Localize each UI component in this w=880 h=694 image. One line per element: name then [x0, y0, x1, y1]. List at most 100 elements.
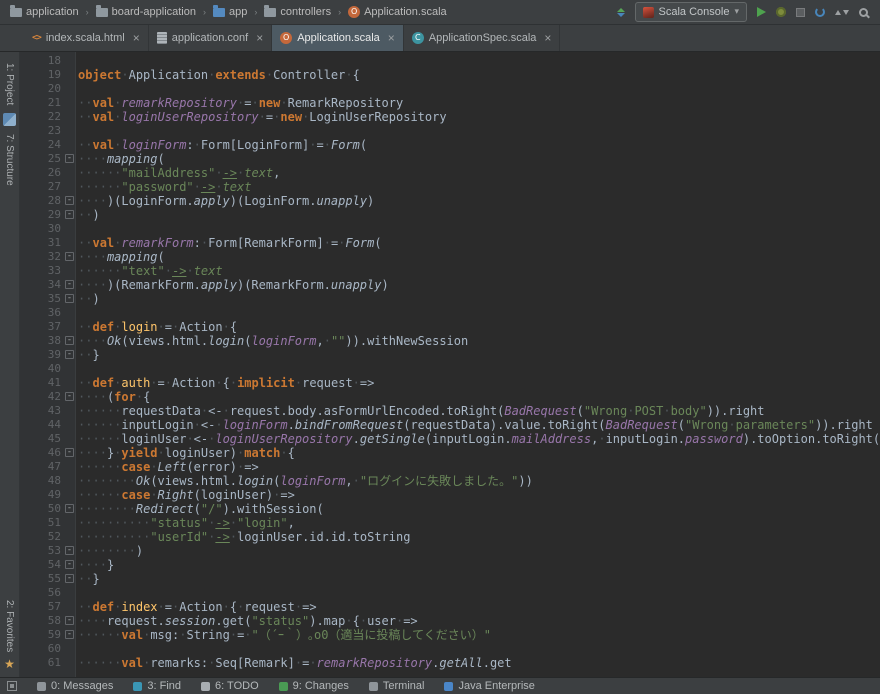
code-line[interactable] [78, 642, 880, 656]
line-number[interactable]: 39- [20, 348, 75, 362]
line-number[interactable]: 18 [20, 54, 75, 68]
code-line[interactable]: ····mapping( [78, 250, 880, 264]
code-line[interactable]: ········) [78, 544, 880, 558]
line-number[interactable]: 19 [20, 68, 75, 82]
line-number[interactable]: 51 [20, 516, 75, 530]
code-line[interactable] [78, 586, 880, 600]
fold-icon[interactable]: - [65, 154, 74, 163]
code-line[interactable] [78, 306, 880, 320]
fold-icon[interactable]: - [65, 392, 74, 401]
line-number[interactable]: 38- [20, 334, 75, 348]
compile-changed-icon[interactable] [617, 8, 625, 17]
code-line[interactable]: ······"text"·->·text [78, 264, 880, 278]
search-icon[interactable] [859, 8, 868, 17]
fold-icon[interactable]: - [65, 574, 74, 583]
line-number[interactable]: 30 [20, 222, 75, 236]
line-number[interactable]: 47 [20, 460, 75, 474]
code-line[interactable]: ······loginUser·<-·loginUserRepository.g… [78, 432, 880, 446]
line-number[interactable]: 49 [20, 488, 75, 502]
breadcrumb-item-app[interactable]: app [211, 5, 249, 19]
close-icon[interactable]: × [388, 32, 395, 44]
fold-icon[interactable]: - [65, 448, 74, 457]
code-line[interactable]: ······case·Right(loginUser)·=> [78, 488, 880, 502]
favorites-star-icon[interactable]: ★ [4, 657, 15, 671]
code-line[interactable]: ··) [78, 292, 880, 306]
tool-button-project[interactable]: 1: Project [4, 63, 15, 105]
code-line[interactable] [78, 362, 880, 376]
code-line[interactable]: ······"mailAddress"·->·text, [78, 166, 880, 180]
line-number[interactable]: 26 [20, 166, 75, 180]
run-button[interactable] [757, 7, 766, 17]
fold-icon[interactable]: - [65, 616, 74, 625]
line-number[interactable]: 34- [20, 278, 75, 292]
line-number[interactable]: 33 [20, 264, 75, 278]
fold-icon[interactable]: - [65, 210, 74, 219]
tab-application-scala[interactable]: OApplication.scala× [272, 25, 404, 51]
run-config-dropdown[interactable]: Scala Console ▾ [635, 2, 747, 22]
statusbar-9-changes[interactable]: 9: Changes [279, 680, 349, 692]
line-number[interactable]: 52 [20, 530, 75, 544]
code-line[interactable]: ····Ok(views.html.login(loginForm,·"")).… [78, 334, 880, 348]
line-number[interactable]: 59- [20, 628, 75, 642]
line-number[interactable]: 46- [20, 446, 75, 460]
code-line[interactable]: ··val·remarkForm:·Form[RemarkForm]·=·For… [78, 236, 880, 250]
code-line[interactable]: ····(for·{ [78, 390, 880, 404]
line-number[interactable]: 23 [20, 124, 75, 138]
code-line[interactable]: ····}·yield·loginUser)·match·{ [78, 446, 880, 460]
line-number[interactable]: 35- [20, 292, 75, 306]
code-line[interactable]: ······case·Left(error)·=> [78, 460, 880, 474]
line-number[interactable]: 20 [20, 82, 75, 96]
line-number[interactable]: 25- [20, 152, 75, 166]
code-line[interactable] [78, 124, 880, 138]
line-number[interactable]: 45 [20, 432, 75, 446]
code-line[interactable]: ····request.session.get("status").map·{·… [78, 614, 880, 628]
fold-icon[interactable]: - [65, 350, 74, 359]
statusbar-java-enterprise[interactable]: Java Enterprise [444, 680, 534, 692]
line-number[interactable]: 24 [20, 138, 75, 152]
fold-icon[interactable]: - [65, 546, 74, 555]
code-line[interactable]: ········Ok(views.html.login(loginForm,·"… [78, 474, 880, 488]
statusbar-0-messages[interactable]: 0: Messages [37, 680, 113, 692]
fold-icon[interactable]: - [65, 252, 74, 261]
line-number[interactable]: 56 [20, 586, 75, 600]
fold-icon[interactable]: - [65, 280, 74, 289]
line-number[interactable]: 60 [20, 642, 75, 656]
vcs-update-commit-icon[interactable] [835, 10, 849, 15]
code-line[interactable]: ······val·msg:·String·=·"（´ｰ｀）｡o0（適当に投稿し… [78, 628, 880, 642]
fold-icon[interactable]: - [65, 294, 74, 303]
line-number[interactable]: 61 [20, 656, 75, 670]
close-icon[interactable]: × [133, 32, 140, 44]
code-line[interactable] [78, 82, 880, 96]
code-line[interactable]: ··val·loginForm:·Form[LoginForm]·=·Form( [78, 138, 880, 152]
code-line[interactable]: ······val·remarks:·Seq[Remark]·=·remarkR… [78, 656, 880, 670]
close-icon[interactable]: × [544, 32, 551, 44]
code-line[interactable]: ··) [78, 208, 880, 222]
line-number[interactable]: 27 [20, 180, 75, 194]
code-line[interactable]: ··} [78, 348, 880, 362]
line-number[interactable]: 41 [20, 376, 75, 390]
line-number[interactable]: 55- [20, 572, 75, 586]
line-number[interactable]: 44 [20, 418, 75, 432]
breadcrumb-item-controllers[interactable]: controllers [262, 5, 333, 19]
code-line[interactable]: ····} [78, 558, 880, 572]
structure-tool-icon[interactable] [3, 113, 16, 126]
tab-application-conf[interactable]: application.conf× [149, 25, 272, 51]
fold-icon[interactable]: - [65, 504, 74, 513]
code-line[interactable]: ··val·loginUserRepository·=·new·LoginUse… [78, 110, 880, 124]
line-number[interactable]: 29- [20, 208, 75, 222]
fold-icon[interactable]: - [65, 630, 74, 639]
close-icon[interactable]: × [256, 32, 263, 44]
code-line[interactable] [78, 222, 880, 236]
code-line[interactable]: ··def·login·=·Action·{ [78, 320, 880, 334]
code-line[interactable]: ··val·remarkRepository·=·new·RemarkRepos… [78, 96, 880, 110]
line-number[interactable]: 42- [20, 390, 75, 404]
tab-index-scala-html[interactable]: <>index.scala.html× [24, 25, 149, 51]
line-number[interactable]: 21 [20, 96, 75, 110]
statusbar-terminal[interactable]: Terminal [369, 680, 425, 692]
line-number[interactable]: 48 [20, 474, 75, 488]
code-line[interactable]: ··def·auth·=·Action·{·implicit·request·=… [78, 376, 880, 390]
statusbar-3-find[interactable]: 3: Find [133, 680, 181, 692]
toolwindow-switcher-icon[interactable] [7, 681, 17, 691]
breadcrumb-item-application-scala[interactable]: OApplication.scala [346, 5, 449, 19]
sync-icon[interactable] [815, 7, 825, 17]
